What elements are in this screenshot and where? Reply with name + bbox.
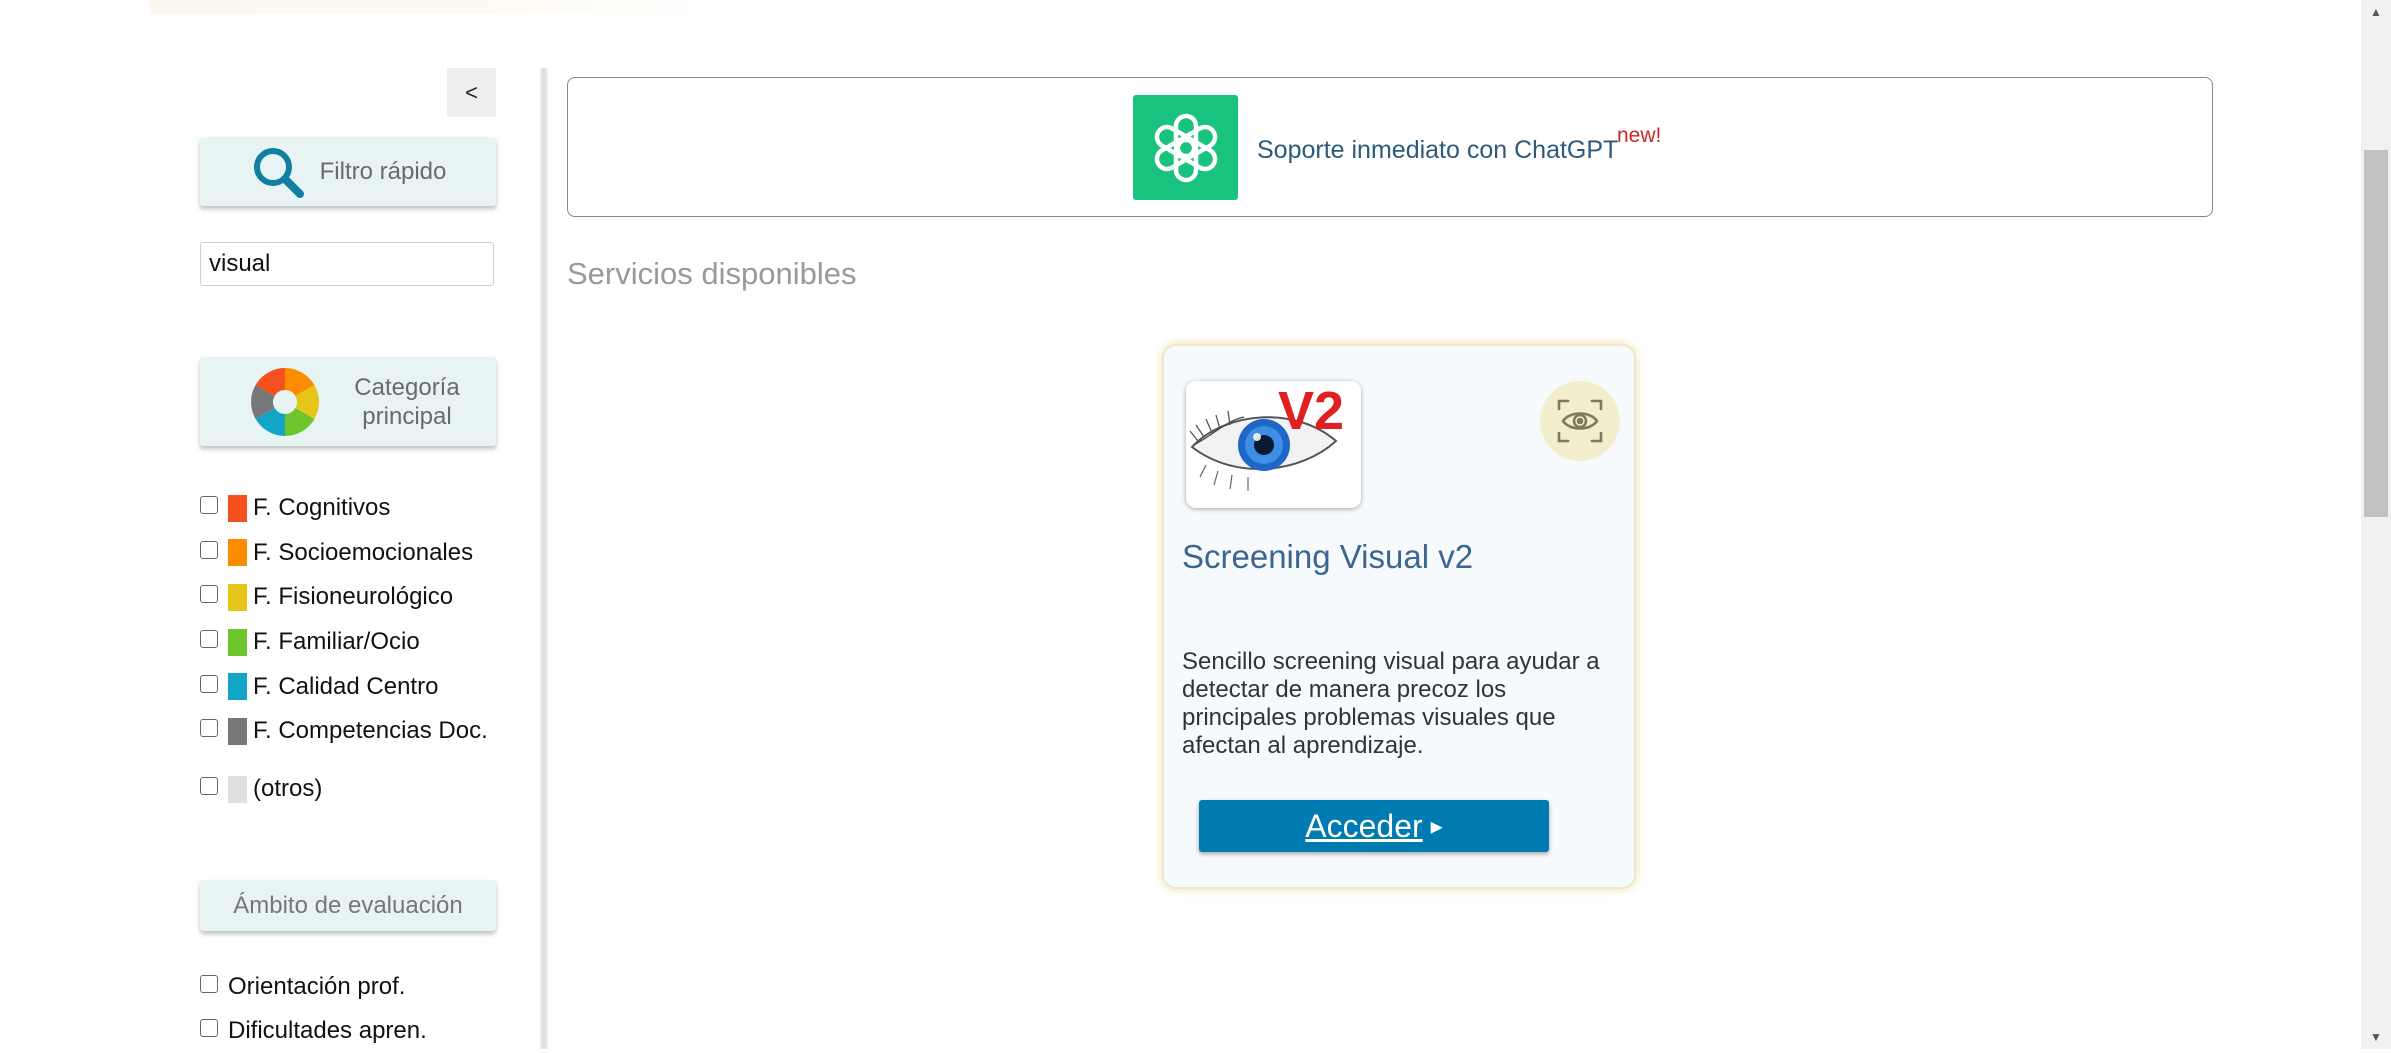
- category-color-swatch: [228, 494, 247, 522]
- category-color-swatch: [228, 673, 247, 701]
- sidebar-divider: [540, 68, 548, 1049]
- category-checkbox[interactable]: [200, 674, 218, 693]
- chatgpt-support-banner[interactable]: Soporte inmediato con ChatGPT new!: [567, 77, 2213, 217]
- services-section-title: Servicios disponibles: [567, 256, 857, 291]
- category-item-competencias-doc: F. Competencias Doc.: [200, 709, 488, 754]
- new-badge: new!: [1617, 124, 1662, 147]
- quick-filter-header: Filtro rápido: [200, 137, 496, 206]
- chatgpt-logo-icon: [1133, 95, 1238, 200]
- play-arrow-icon: ▸: [1430, 812, 1443, 840]
- category-label: F. Socioemocionales: [253, 538, 474, 566]
- quick-filter-title: Filtro rápido: [319, 157, 447, 185]
- category-color-swatch: [228, 583, 247, 611]
- scope-list: Orientación prof. Dificultades apren.: [200, 965, 427, 1053]
- category-checkbox[interactable]: [200, 540, 218, 559]
- category-item-fisioneurologico: F. Fisioneurológico: [200, 575, 488, 620]
- scope-item-orientacion: Orientación prof.: [200, 965, 427, 1009]
- category-color-swatch: [228, 775, 247, 803]
- scrollbar-thumb[interactable]: [2364, 150, 2388, 517]
- main-category-title: Categoría principal: [354, 373, 460, 430]
- evaluation-scope-header: Ámbito de evaluación: [200, 880, 496, 931]
- eye-thumbnail-badge: V2: [1278, 381, 1344, 441]
- category-checkbox[interactable]: [200, 777, 218, 796]
- category-checkbox[interactable]: [200, 630, 218, 649]
- category-label: F. Competencias Doc.: [253, 717, 488, 745]
- access-button[interactable]: Acceder ▸: [1199, 800, 1549, 852]
- category-checkbox[interactable]: [200, 585, 218, 604]
- category-label: F. Calidad Centro: [253, 672, 439, 700]
- collapse-sidebar-button[interactable]: <: [447, 68, 496, 117]
- eye-thumbnail-image: V2: [1186, 381, 1361, 508]
- category-item-familiar-ocio: F. Familiar/Ocio: [200, 620, 488, 665]
- scope-checkbox[interactable]: [200, 975, 218, 993]
- category-item-socioemocionales: F. Socioemocionales: [200, 531, 488, 576]
- category-label: F. Cognitivos: [253, 494, 391, 522]
- search-icon: [253, 147, 304, 198]
- category-label: F. Familiar/Ocio: [253, 628, 420, 656]
- chatgpt-support-text[interactable]: Soporte inmediato con ChatGPT: [1257, 136, 1618, 165]
- category-checkbox[interactable]: [200, 496, 218, 515]
- category-label: F. Fisioneurológico: [253, 583, 454, 611]
- service-description: Sencillo screening visual para ayudar a …: [1182, 648, 1600, 759]
- search-input[interactable]: [200, 242, 494, 286]
- main-category-header: Categoría principal: [200, 357, 496, 446]
- access-button-label: Acceder: [1305, 807, 1423, 844]
- scope-checkbox[interactable]: [200, 1019, 218, 1037]
- scroll-up-arrow-icon[interactable]: ▲: [2361, 0, 2391, 24]
- sidebar: < Filtro rápido Categoría principal F. C…: [0, 0, 548, 1049]
- category-checkbox[interactable]: [200, 719, 218, 738]
- category-item-calidad-centro: F. Calidad Centro: [200, 664, 488, 709]
- category-item-otros: (otros): [200, 767, 322, 812]
- evaluation-scope-title: Ámbito de evaluación: [233, 891, 463, 919]
- category-item-cognitivos: F. Cognitivos: [200, 486, 488, 531]
- category-color-swatch: [228, 717, 247, 745]
- service-title: Screening Visual v2: [1182, 538, 1474, 575]
- service-card-screening-visual: V2 Screening Visual v2 Sencillo screenin…: [1162, 344, 1636, 889]
- category-color-swatch: [228, 628, 247, 656]
- category-label: (otros): [253, 775, 323, 803]
- scope-label: Orientación prof.: [228, 973, 406, 1000]
- category-color-swatch: [228, 539, 247, 567]
- eye-scan-icon[interactable]: [1540, 381, 1620, 461]
- category-list: F. Cognitivos F. Socioemocionales F. Fis…: [200, 486, 488, 754]
- category-wheel-icon: [251, 367, 319, 436]
- scope-item-dificultades: Dificultades apren.: [200, 1009, 427, 1053]
- scope-label: Dificultades apren.: [228, 1017, 427, 1044]
- scroll-down-arrow-icon[interactable]: ▼: [2361, 1025, 2391, 1049]
